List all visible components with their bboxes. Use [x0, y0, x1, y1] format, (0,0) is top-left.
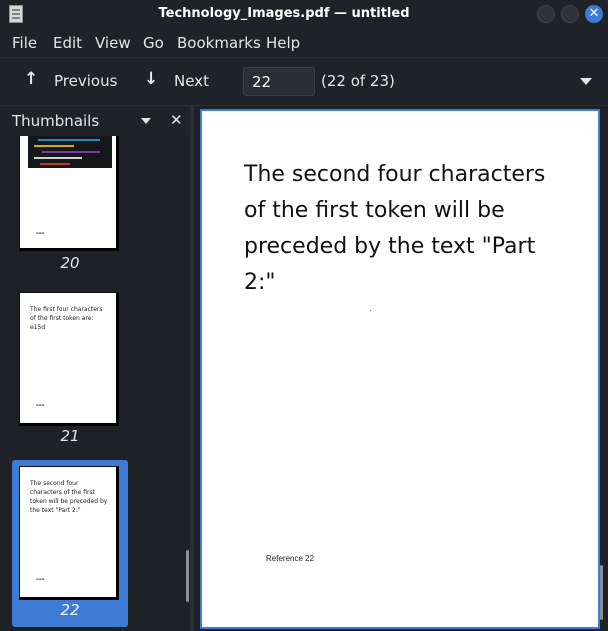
menu-bookmarks[interactable]: Bookmarks — [177, 34, 261, 52]
thumbnails-panel: ▬▬▬ 20 The first four characters of the … — [0, 136, 190, 631]
thumbnail-number: 20 — [60, 254, 80, 272]
toolbar: ↑ Previous ↓ Next (22 of 23) — [0, 57, 608, 106]
toolbar-menu-chevron-down-icon[interactable] — [580, 78, 592, 85]
maximize-button[interactable] — [561, 5, 579, 23]
menu-help[interactable]: Help — [266, 34, 300, 52]
thumbnail-20[interactable]: ▬▬▬ 20 — [12, 136, 128, 276]
close-window-button[interactable]: ✕ — [585, 5, 603, 23]
sidebar-title: Thumbnails — [12, 112, 100, 130]
page-count-label: (22 of 23) — [321, 72, 395, 90]
thumbnail-page: The first four characters of the first t… — [19, 292, 119, 426]
page-speck — [370, 310, 371, 311]
page-reference: Reference 22 — [266, 554, 315, 563]
menu-view[interactable]: View — [95, 34, 131, 52]
sidebar-header: Thumbnails ✕ — [0, 106, 190, 136]
minimize-button[interactable] — [537, 5, 555, 23]
thumbnail-reference: ▬▬▬ — [36, 231, 45, 235]
next-label: Next — [174, 72, 209, 90]
thumbnail-21[interactable]: The first four characters of the first t… — [12, 286, 128, 451]
arrow-down-icon: ↓ — [144, 69, 159, 89]
page-number-input[interactable] — [243, 67, 315, 96]
next-page-button[interactable]: ↓ Next — [134, 58, 214, 106]
sidebar-close-icon[interactable]: ✕ — [170, 111, 183, 129]
previous-page-button[interactable]: ↑ Previous — [14, 58, 124, 106]
sidebar-mode-chevron-down-icon[interactable] — [141, 118, 151, 124]
document-page: The second four characters of the first … — [200, 109, 600, 629]
page-body-text: The second four characters of the first … — [244, 162, 546, 295]
thumbnail-22-selected[interactable]: The second four characters of the first … — [12, 460, 128, 627]
menu-bar: File Edit View Go Bookmarks Help — [0, 29, 608, 57]
arrow-up-icon: ↑ — [24, 69, 39, 89]
document-viewer: The second four characters of the first … — [194, 106, 608, 631]
thumbnail-page: ▬▬▬ — [19, 136, 119, 251]
menu-file[interactable]: File — [12, 34, 37, 52]
thumbnail-text: The second four characters of the first … — [30, 480, 108, 514]
document-scrollbar[interactable] — [600, 565, 603, 620]
thumbnail-reference: ▬▬▬ — [36, 577, 45, 581]
sidebar-scrollbar[interactable] — [186, 550, 189, 602]
thumbnail-page: The second four characters of the first … — [19, 466, 119, 600]
menu-edit[interactable]: Edit — [53, 34, 82, 52]
menu-go[interactable]: Go — [143, 34, 164, 52]
window-title: Technology_Images.pdf — untitled — [158, 6, 410, 21]
previous-label: Previous — [54, 72, 118, 90]
thumbnail-number: 21 — [60, 427, 80, 445]
code-image — [28, 136, 112, 168]
thumbnail-text: The first four characters of the first t… — [30, 306, 103, 331]
thumbnail-reference: ▬▬▬ — [36, 403, 45, 407]
thumbnail-number: 22 — [60, 601, 80, 619]
title-bar: Technology_Images.pdf — untitled ✕ — [0, 0, 608, 29]
